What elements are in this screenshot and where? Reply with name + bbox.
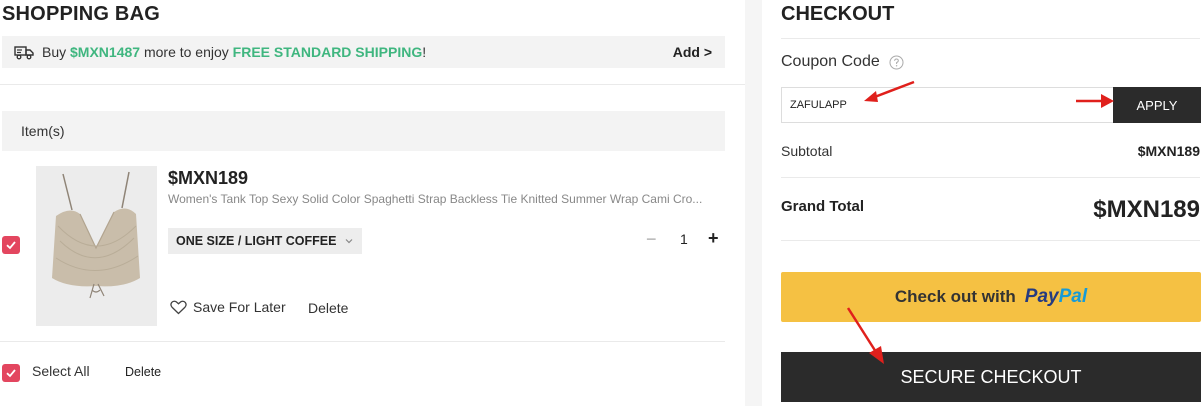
check-icon — [6, 369, 16, 378]
help-icon[interactable] — [889, 55, 904, 70]
product-image[interactable] — [36, 166, 157, 326]
divider — [781, 240, 1200, 241]
shopping-bag-title: SHOPPING BAG — [2, 3, 160, 25]
free-shipping-highlight: FREE STANDARD SHIPPING — [232, 44, 423, 60]
select-all-checkbox[interactable] — [2, 364, 20, 382]
check-icon — [6, 241, 16, 250]
variant-select[interactable]: ONE SIZE / LIGHT COFFEE — [168, 228, 363, 254]
item-price: $MXN189 — [168, 168, 249, 188]
quantity-increase-button[interactable]: + — [708, 228, 719, 249]
divider — [781, 38, 1200, 39]
grand-total-value: $MXN189 — [1093, 196, 1200, 223]
subtotal-label: Subtotal — [781, 143, 833, 159]
annotation-arrow-icon — [846, 307, 884, 364]
free-shipping-banner: Buy $MXN1487 more to enjoy FREE STANDARD… — [2, 36, 725, 68]
item-name[interactable]: Women's Tank Top Sexy Solid Color Spaghe… — [168, 192, 724, 206]
divider — [781, 177, 1200, 178]
select-all-label[interactable]: Select All — [32, 363, 90, 379]
grand-total-label: Grand Total — [781, 198, 865, 215]
paypal-logo: PayPal — [1024, 286, 1088, 307]
shipping-amount: $MXN1487 — [70, 44, 141, 60]
heart-icon — [170, 300, 187, 314]
items-header: Item(s) — [2, 111, 725, 151]
variant-label: ONE SIZE / LIGHT COFFEE — [176, 234, 337, 248]
add-more-link[interactable]: Add > — [673, 44, 712, 60]
divider — [0, 341, 725, 342]
quantity-decrease-button[interactable]: − — [646, 229, 657, 250]
chevron-down-icon — [346, 239, 353, 244]
shopping-bag-panel: SHOPPING BAG Buy $MXN1487 more to enjoy … — [0, 0, 745, 406]
quantity-value: 1 — [680, 231, 688, 247]
divider — [0, 84, 745, 85]
shipping-message: Buy $MXN1487 more to enjoy FREE STANDARD… — [42, 44, 427, 60]
coupon-code-input[interactable] — [781, 87, 1113, 123]
save-for-later-button[interactable]: Save For Later — [170, 299, 286, 315]
checkout-title: CHECKOUT — [781, 3, 895, 25]
coupon-code-label: Coupon Code — [781, 53, 904, 71]
annotation-arrow-icon — [1076, 94, 1114, 108]
save-for-later-label: Save For Later — [193, 299, 286, 315]
annotation-arrow-icon — [864, 80, 915, 102]
truck-icon — [14, 46, 34, 60]
delete-item-button[interactable]: Delete — [308, 300, 348, 316]
item-checkbox[interactable] — [2, 236, 20, 254]
panel-gutter — [745, 0, 762, 406]
paypal-button-label: Check out with — [894, 287, 1016, 306]
subtotal-value: $MXN189 — [1137, 143, 1200, 159]
apply-coupon-button[interactable]: APPLY — [1113, 87, 1201, 123]
delete-selected-button[interactable]: Delete — [125, 365, 161, 379]
